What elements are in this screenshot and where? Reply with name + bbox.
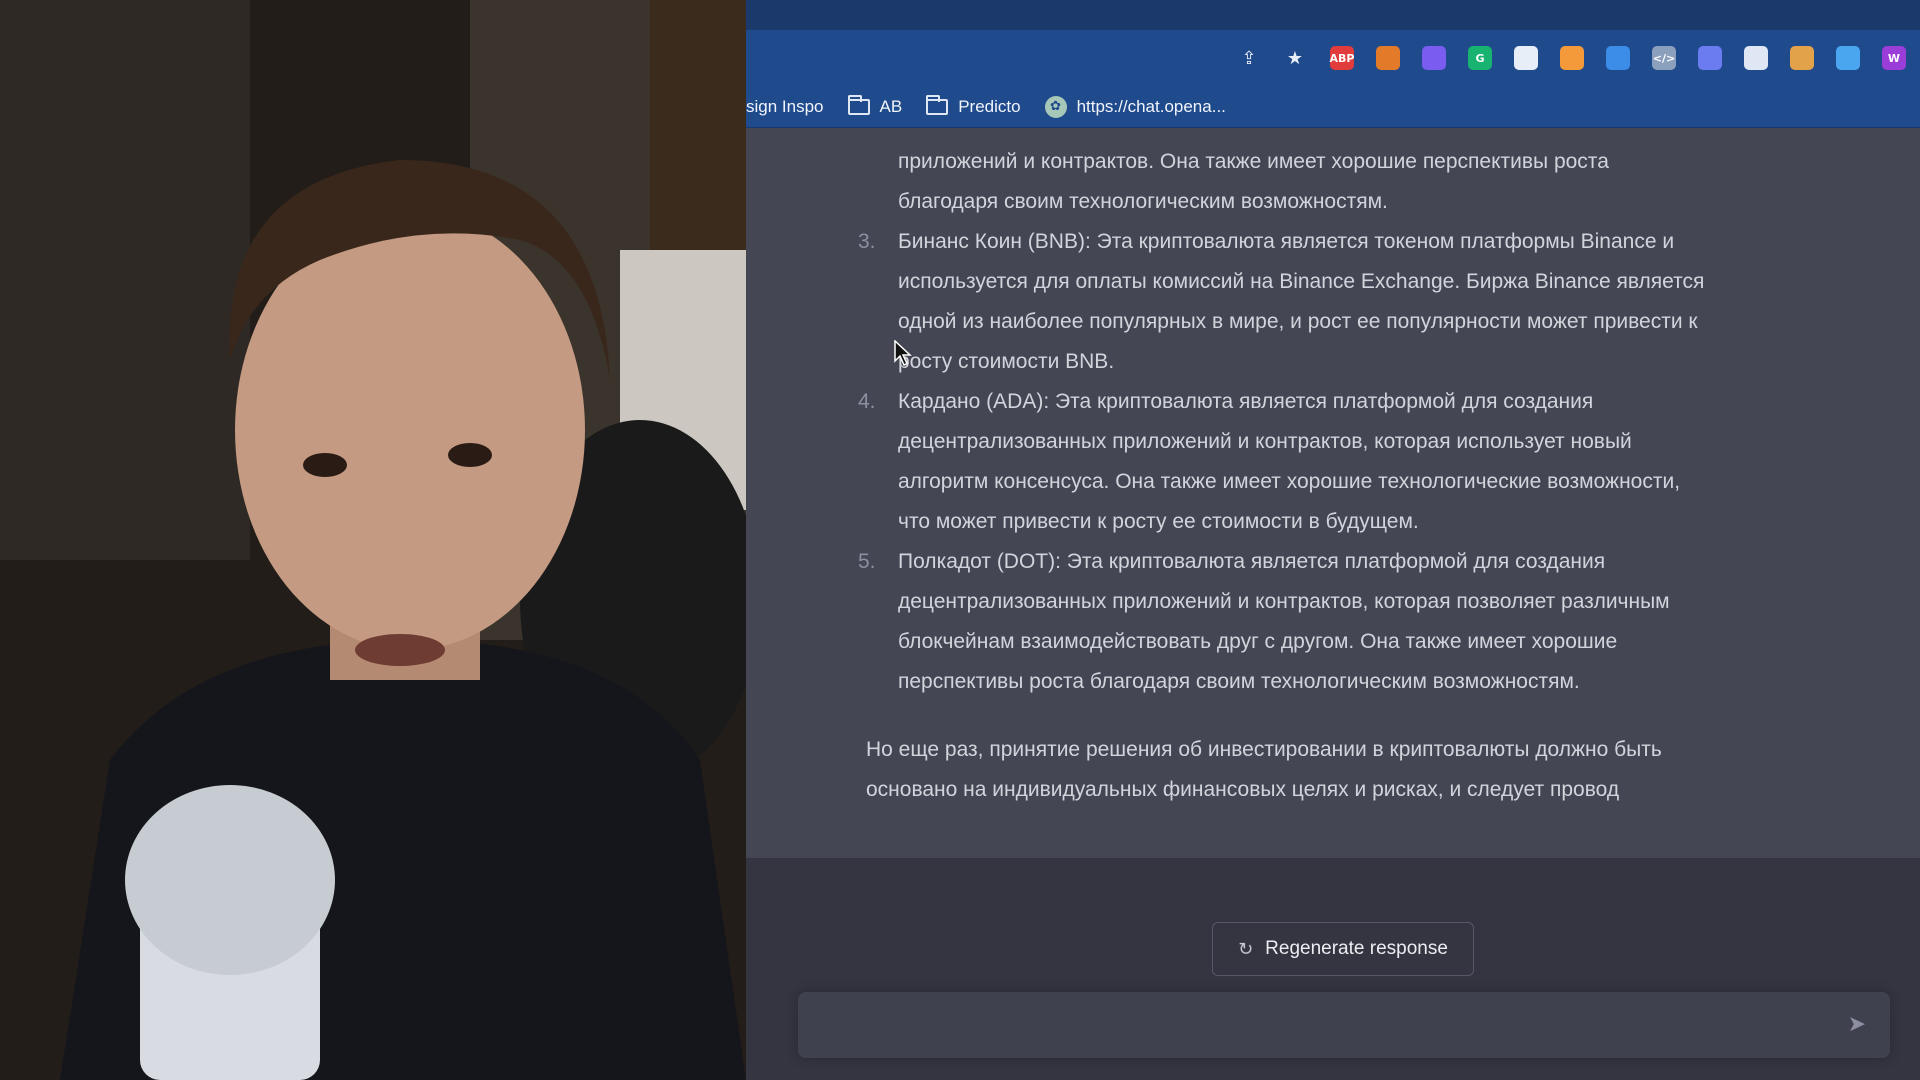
star-icon[interactable]: ★ xyxy=(1272,35,1318,81)
refresh-icon: ↻ xyxy=(1238,938,1254,960)
list-item-line: что может привести к росту ее стоимости … xyxy=(898,510,1419,533)
closing-paragraph-line: основано на индивидуальных финансовых це… xyxy=(866,778,1620,801)
folder-icon xyxy=(926,94,949,115)
browser-window: ⇪ ★ ABP G </> W sign Inspo AB Predicto ✿ ht… xyxy=(746,0,1920,1080)
list-number: 4. xyxy=(858,390,876,413)
edge-extension-icon[interactable] xyxy=(1836,46,1860,70)
regenerate-response-button[interactable]: ↻ Regenerate response xyxy=(1212,922,1474,976)
code-extension-icon[interactable]: </> xyxy=(1652,46,1676,70)
metamask-icon[interactable] xyxy=(1376,46,1400,70)
bookmark-label: AB xyxy=(879,96,903,116)
list-item-line: алгоритм консенсуса. Она также имеет хор… xyxy=(898,470,1681,493)
bookmarks-bar: sign Inspo AB Predicto ✿ https://chat.op… xyxy=(746,86,1920,128)
list-item-line: блокчейнам взаимодействовать друг с друг… xyxy=(898,630,1618,653)
regenerate-label: Regenerate response xyxy=(1265,938,1448,959)
share-icon[interactable]: ⇪ xyxy=(1226,35,1272,81)
bookmark-label: sign Inspo xyxy=(746,96,824,116)
list-number: 3. xyxy=(858,230,876,253)
browser-toolbar: ⇪ ★ ABP G </> W xyxy=(746,30,1920,86)
bookmark-chat-openai[interactable]: ✿ https://chat.opena... xyxy=(1044,95,1226,118)
ghost-extension-icon[interactable] xyxy=(1422,46,1446,70)
list-item-line: используется для оплаты комиссий на Bina… xyxy=(898,270,1705,293)
composer-area: ↻ Regenerate response ➤ xyxy=(746,858,1920,1080)
page-extension-icon[interactable] xyxy=(1744,46,1768,70)
bookmark-label: Predicto xyxy=(958,96,1021,116)
lock-extension-icon[interactable] xyxy=(1514,46,1538,70)
prompt-input[interactable]: ➤ xyxy=(798,992,1890,1058)
message-text-line: приложений и контрактов. Она также имеет… xyxy=(898,150,1609,173)
extensions-bar: ABP G </> W xyxy=(1330,46,1906,70)
title-bar xyxy=(746,0,1920,30)
list-item-line: одной из наиболее популярных в мире, и р… xyxy=(898,310,1698,333)
send-icon[interactable]: ➤ xyxy=(1848,1012,1866,1037)
folder-icon xyxy=(847,94,870,115)
gear-extension-icon[interactable] xyxy=(1698,46,1722,70)
bookmark-label: https://chat.opena... xyxy=(1076,96,1226,116)
play-extension-icon[interactable] xyxy=(1606,46,1630,70)
assistant-message: приложений и контрактов. Она также имеет… xyxy=(746,128,1920,858)
list-item-line: Полкадот (DOT): Эта криптовалюта являетс… xyxy=(898,550,1606,573)
message-text-line: благодаря своим технологическим возможно… xyxy=(898,190,1388,213)
bookmark-ab[interactable]: AB xyxy=(847,94,903,117)
list-number: 5. xyxy=(858,550,876,573)
openai-icon: ✿ xyxy=(1044,95,1067,118)
w-extension-icon[interactable]: W xyxy=(1882,46,1906,70)
webcam-feed xyxy=(0,0,746,1080)
list-item-line: Кардано (ADA): Эта криптовалюта является… xyxy=(898,390,1594,413)
closing-paragraph-line: Но еще раз, принятие решения об инвестир… xyxy=(866,738,1662,761)
image-extension-icon[interactable] xyxy=(1790,46,1814,70)
bookmark-predicto[interactable]: Predicto xyxy=(926,94,1021,117)
list-item-line: децентрализованных приложений и контракт… xyxy=(898,590,1670,613)
orb-extension-icon[interactable] xyxy=(1560,46,1584,70)
presenter-video xyxy=(0,0,746,1080)
list-item-line: перспективы роста благодаря своим технол… xyxy=(898,670,1580,693)
adblock-icon[interactable]: ABP xyxy=(1330,46,1354,70)
grammarly-icon[interactable]: G xyxy=(1468,46,1492,70)
list-item-line: децентрализованных приложений и контракт… xyxy=(898,430,1632,453)
list-item-line: росту стоимости BNB. xyxy=(898,350,1115,373)
list-item-line: Бинанс Коин (BNB): Эта криптовалюта явля… xyxy=(898,230,1675,253)
bookmark-sign-inspo[interactable]: sign Inspo xyxy=(746,97,824,117)
